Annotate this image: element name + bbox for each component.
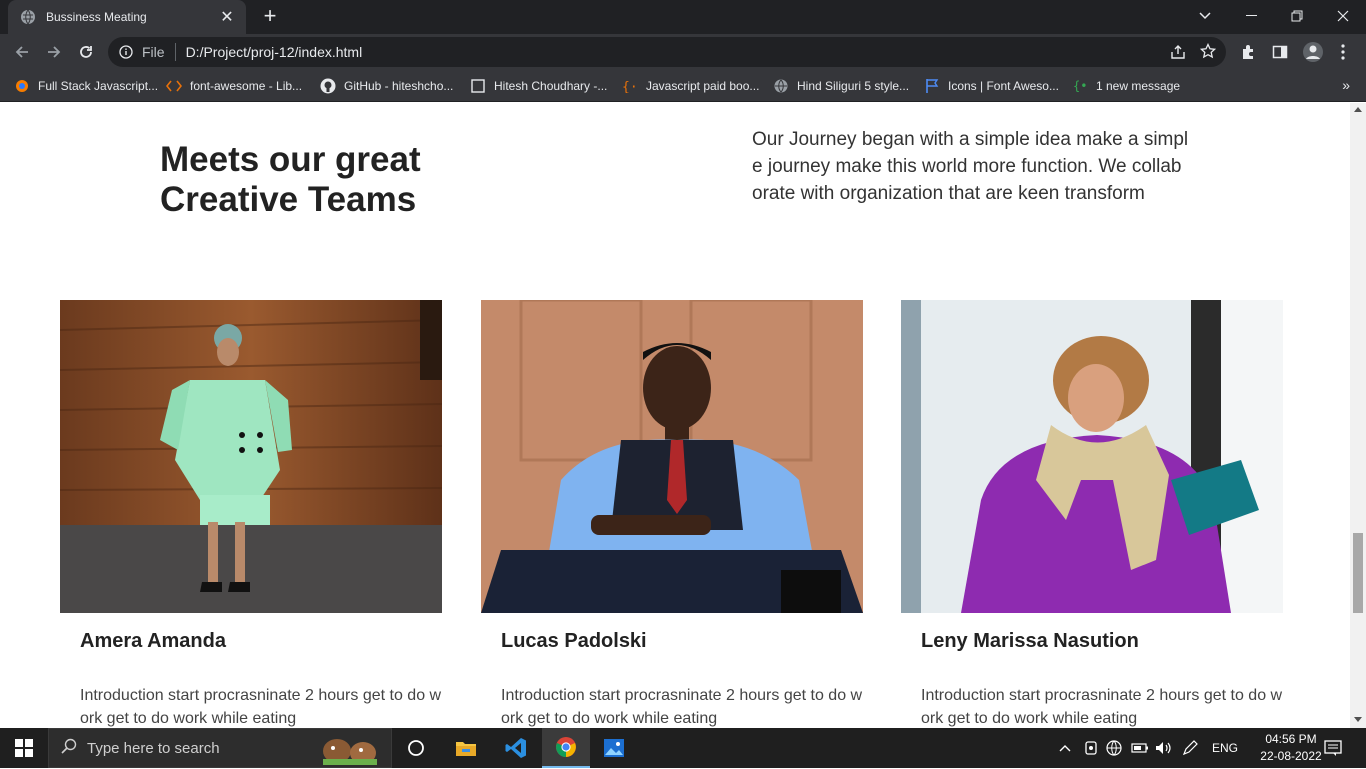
search-highlight-icon — [315, 733, 385, 769]
bookmarks-overflow-button[interactable]: » — [1342, 77, 1350, 93]
taskbar-search-input[interactable]: Type here to search — [48, 728, 392, 768]
notification-center-icon[interactable] — [1324, 728, 1342, 768]
file-explorer-icon[interactable] — [442, 728, 490, 768]
divider — [174, 43, 176, 61]
side-panel-icon[interactable] — [1271, 43, 1289, 61]
bookmark-item[interactable]: font-awesome - Lib... — [166, 77, 302, 95]
bookmark-label: Full Stack Javascript... — [38, 79, 159, 93]
member-description: Introduction start procrasninate 2 hours… — [921, 687, 1283, 727]
member-name: Lucas Padolski — [501, 630, 647, 652]
team-photo — [481, 300, 863, 613]
bookmarks-bar: Full Stack Javascript... font-awesome - … — [0, 70, 1366, 102]
svg-text:{·}: {·} — [622, 80, 638, 93]
pen-workspace-icon[interactable] — [1181, 728, 1199, 768]
team-photo — [60, 300, 442, 613]
info-icon[interactable] — [118, 44, 134, 60]
page-scrollbar[interactable] — [1350, 103, 1366, 728]
browser-tab[interactable]: Bussiness Meating ✕ — [8, 0, 246, 34]
clock-date: 22-08-2022 — [1260, 749, 1322, 763]
globe-icon — [20, 9, 36, 25]
new-tab-button[interactable]: + — [258, 5, 282, 29]
search-icon — [61, 738, 77, 758]
clock-time: 04:56 PM — [1265, 732, 1317, 746]
tab-search-icon[interactable] — [1182, 0, 1228, 32]
flag-icon — [924, 78, 940, 94]
system-clock[interactable]: 04:56 PM 22-08-2022 — [1256, 731, 1326, 765]
scroll-up-arrow-icon[interactable] — [1354, 107, 1362, 112]
windows-start-icon[interactable] — [0, 728, 48, 768]
tab-strip: Bussiness Meating ✕ + — [0, 0, 1366, 34]
reload-icon[interactable] — [73, 39, 99, 65]
extensions-puzzle-icon[interactable] — [1239, 43, 1257, 61]
orange-circle-icon — [14, 78, 30, 94]
square-icon — [470, 78, 486, 94]
tray-overflow-chevron-icon[interactable] — [1058, 728, 1072, 768]
bookmark-item[interactable]: {·} Javascript paid boo... — [622, 77, 759, 95]
restore-button[interactable] — [1274, 0, 1320, 32]
bookmark-item[interactable]: Full Stack Javascript... — [14, 77, 158, 95]
bookmark-item[interactable]: Icons | Font Aweso... — [924, 77, 1059, 95]
bookmark-label: 1 new message — [1096, 79, 1181, 93]
tab-close-icon[interactable]: ✕ — [218, 8, 236, 26]
minimize-button[interactable] — [1228, 0, 1274, 32]
scheme-label: File — [142, 44, 165, 60]
bookmark-label: Hind Siliguri 5 style... — [797, 79, 910, 93]
member-description: Introduction start procrasninate 2 hours… — [80, 687, 442, 727]
volume-icon[interactable] — [1154, 728, 1172, 768]
profile-avatar[interactable] — [1302, 41, 1324, 63]
bookmark-label: Icons | Font Aweso... — [948, 79, 1059, 93]
bookmark-item[interactable]: GitHub - hiteshcho... — [320, 77, 453, 95]
language-indicator[interactable]: ENG — [1212, 728, 1238, 768]
section-heading: Meets our great Creative Teams — [160, 140, 421, 219]
team-photo — [901, 300, 1283, 613]
bookmark-item[interactable]: {•} 1 new message — [1072, 77, 1180, 95]
page-viewport: Meets our great Creative Teams Our Journ… — [0, 103, 1350, 728]
close-window-button[interactable] — [1320, 0, 1366, 32]
bookmark-item[interactable]: Hitesh Choudhary -... — [470, 77, 607, 95]
share-icon[interactable] — [1170, 44, 1186, 63]
menu-kebab-icon[interactable] — [1334, 43, 1352, 61]
forward-arrow-icon[interactable] — [41, 39, 67, 65]
member-name: Amera Amanda — [80, 630, 226, 652]
photos-app-icon[interactable] — [590, 728, 638, 768]
browser-toolbar: File D:/Project/proj-12/index.html — [0, 34, 1366, 70]
meet-now-icon[interactable] — [1083, 728, 1099, 768]
member-name: Leny Marissa Nasution — [921, 630, 1139, 652]
svg-text:{•}: {•} — [1073, 79, 1087, 93]
address-bar[interactable]: File D:/Project/proj-12/index.html — [108, 37, 1226, 67]
search-placeholder: Type here to search — [87, 739, 220, 757]
github-icon — [320, 78, 336, 94]
battery-icon[interactable] — [1131, 728, 1149, 768]
bookmark-item[interactable]: Hind Siliguri 5 style... — [773, 77, 909, 95]
bookmark-label: Hitesh Choudhary -... — [494, 79, 608, 93]
bookmark-star-icon[interactable] — [1199, 42, 1217, 62]
windows-taskbar: Type here to search ENG 04:56 PM 22-08-2… — [0, 728, 1366, 768]
task-view-icon[interactable] — [392, 728, 440, 768]
bookmark-label: GitHub - hiteshcho... — [344, 79, 454, 93]
globe-icon — [773, 78, 789, 94]
chrome-icon[interactable] — [542, 728, 590, 768]
member-description: Introduction start procrasninate 2 hours… — [501, 687, 863, 727]
scroll-down-arrow-icon[interactable] — [1354, 717, 1362, 722]
curly-brackets-icon: {·} — [622, 78, 638, 94]
bookmark-label: font-awesome - Lib... — [190, 79, 303, 93]
code-brackets-icon — [166, 78, 182, 94]
url-text[interactable]: D:/Project/proj-12/index.html — [186, 44, 363, 60]
intro-paragraph: Our Journey began with a simple idea mak… — [752, 129, 1189, 204]
vscode-icon[interactable] — [492, 728, 540, 768]
scrollbar-thumb[interactable] — [1353, 533, 1363, 613]
bookmark-label: Javascript paid boo... — [646, 79, 760, 93]
chat-icon: {•} — [1072, 78, 1088, 94]
back-arrow-icon[interactable] — [9, 39, 35, 65]
network-globe-icon[interactable] — [1106, 728, 1122, 768]
tab-title: Bussiness Meating — [46, 10, 147, 24]
